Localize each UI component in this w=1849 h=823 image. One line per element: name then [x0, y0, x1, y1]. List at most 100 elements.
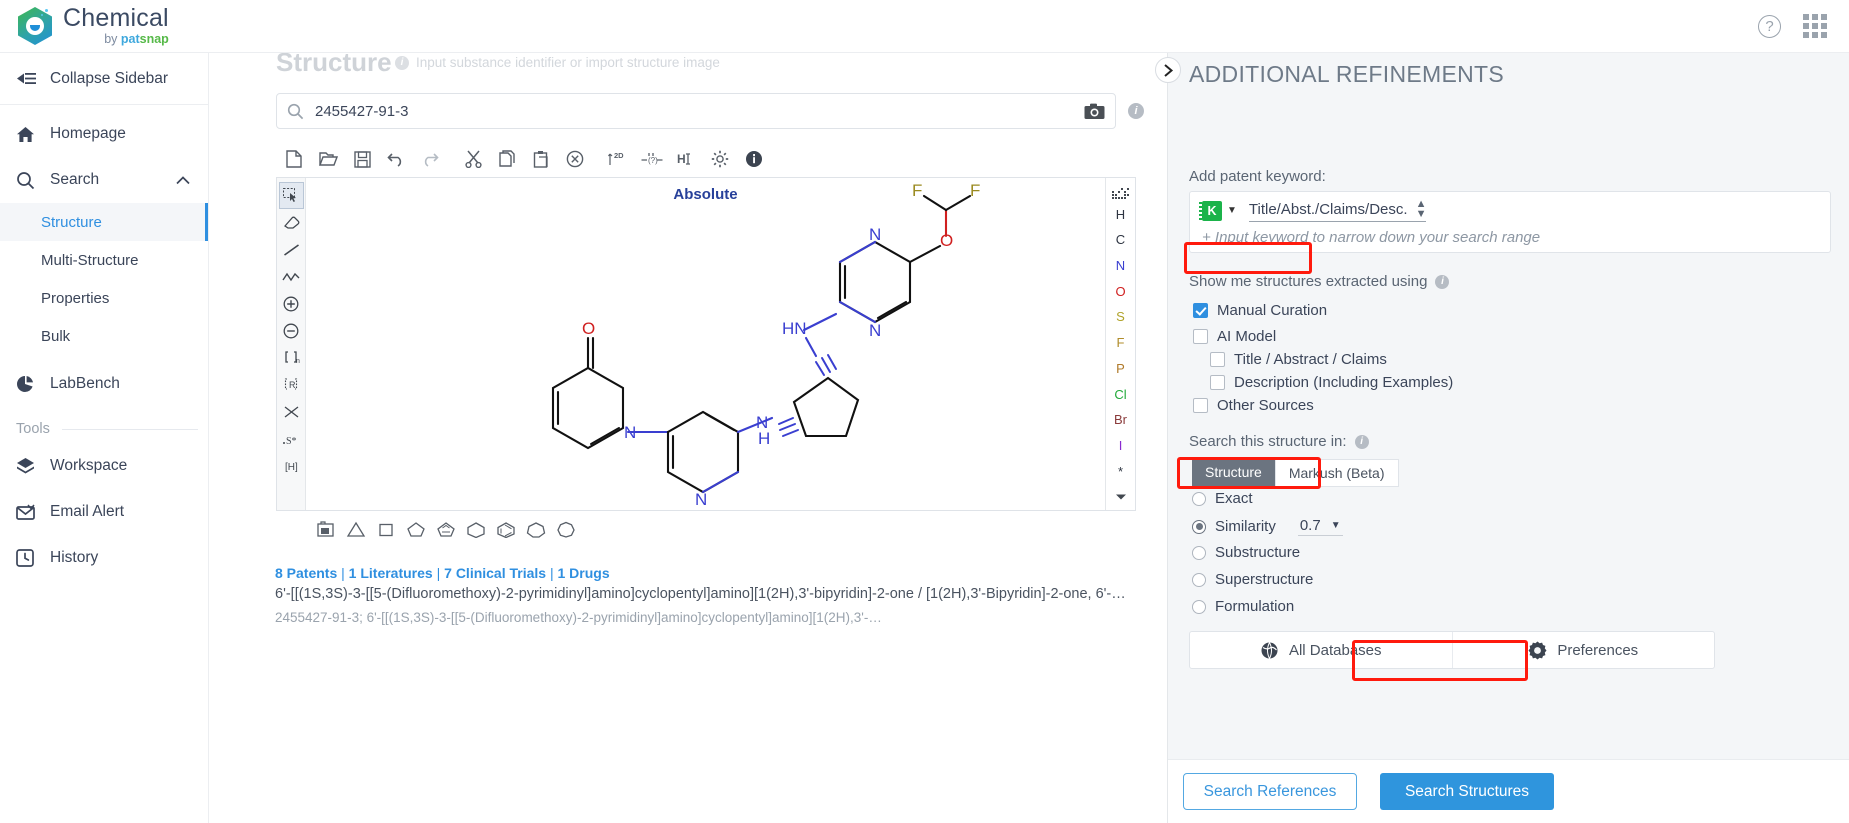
checkbox-title-abstract-claims[interactable]: Title / Abstract / Claims: [1210, 351, 1387, 368]
element-br[interactable]: Br: [1114, 407, 1127, 433]
h-bracket-icon[interactable]: [H]: [279, 452, 304, 479]
new-file-icon[interactable]: [280, 145, 308, 173]
brand-logo-group[interactable]: Chemical by patsnap: [18, 6, 169, 46]
element-i[interactable]: I: [1119, 433, 1123, 459]
molecule-canvas[interactable]: Absolute O N N N H HN N N O F F: [306, 178, 1105, 510]
cyclopentane-icon[interactable]: [406, 519, 426, 539]
search-input[interactable]: [313, 101, 1081, 121]
info-circle-icon[interactable]: [740, 145, 768, 173]
element-h[interactable]: H: [1116, 201, 1125, 227]
all-databases-button[interactable]: All Databases: [1190, 632, 1452, 668]
radio-formulation[interactable]: Formulation: [1192, 598, 1294, 615]
element-p[interactable]: P: [1116, 356, 1125, 382]
search-box[interactable]: [276, 93, 1116, 129]
sidebar-item-structure[interactable]: Structure: [0, 203, 208, 241]
plus-charge-icon[interactable]: [279, 290, 304, 317]
cut-icon[interactable]: [459, 145, 487, 173]
paste-icon[interactable]: [527, 145, 555, 173]
sidebar-item-properties[interactable]: Properties: [0, 279, 208, 317]
eraser-icon[interactable]: [279, 209, 304, 236]
chevron-up-icon[interactable]: [176, 175, 190, 185]
radio-exact[interactable]: Exact: [1192, 490, 1253, 507]
keyword-scope-select[interactable]: Title/Abst./Claims/Desc. ▲ ▼: [1248, 199, 1427, 222]
tools-header-label: Tools: [16, 421, 50, 437]
chevron-down-icon[interactable]: [1115, 484, 1127, 510]
sidebar-item-search[interactable]: Search: [0, 157, 208, 203]
result-count-drugs[interactable]: 1 Drugs: [558, 565, 610, 581]
element-any[interactable]: *: [1118, 459, 1123, 485]
arrow-tool-icon[interactable]: [279, 398, 304, 425]
keyword-field-caret-icon[interactable]: ▼: [1227, 205, 1237, 216]
sidebar-item-history[interactable]: History: [0, 535, 208, 581]
result-count-patents[interactable]: 8 Patents: [275, 565, 337, 581]
save-icon[interactable]: [348, 145, 376, 173]
element-c[interactable]: C: [1116, 227, 1125, 253]
copy-icon[interactable]: [493, 145, 521, 173]
info-icon[interactable]: i: [1435, 274, 1450, 289]
element-cl[interactable]: Cl: [1114, 381, 1126, 407]
cyclobutane-icon[interactable]: [376, 519, 396, 539]
search-info-icon[interactable]: i: [1128, 103, 1144, 119]
checkbox-other-sources-label: Other Sources: [1217, 397, 1314, 414]
chain-icon[interactable]: [279, 263, 304, 290]
checkbox-description-including-examples[interactable]: Description (Including Examples): [1210, 374, 1453, 391]
cyclooctane-icon[interactable]: [556, 519, 576, 539]
stereo-s-icon[interactable]: S*: [279, 425, 304, 452]
element-o[interactable]: O: [1115, 278, 1125, 304]
select-lasso-icon[interactable]: [278, 182, 304, 209]
periodic-table-icon[interactable]: [1111, 184, 1130, 201]
clear-icon[interactable]: [561, 145, 589, 173]
sidebar-item-bulk[interactable]: Bulk: [0, 317, 208, 355]
cyclopropane-icon[interactable]: [346, 519, 366, 539]
panel-collapse-chevron-right-icon[interactable]: [1155, 57, 1181, 83]
sidebar-item-multi-structure[interactable]: Multi-Structure: [0, 241, 208, 279]
cyclohexane-icon[interactable]: [466, 519, 486, 539]
result-count-clinical-trials[interactable]: 7 Clinical Trials: [444, 565, 546, 581]
radio-substructure[interactable]: Substructure: [1192, 544, 1300, 561]
redo-icon[interactable]: [416, 145, 444, 173]
undo-icon[interactable]: [382, 145, 410, 173]
open-folder-icon[interactable]: [314, 145, 342, 173]
help-icon[interactable]: ?: [1758, 14, 1781, 38]
checkbox-ai-model[interactable]: AI Model: [1193, 328, 1276, 345]
search-structures-button[interactable]: Search Structures: [1380, 773, 1554, 810]
cyclopentadiene-icon[interactable]: [436, 519, 456, 539]
segment-structure[interactable]: Structure: [1192, 459, 1275, 487]
preferences-button[interactable]: Preferences: [1451, 632, 1715, 668]
cycloheptane-icon[interactable]: [526, 519, 546, 539]
single-bond-icon[interactable]: [279, 236, 304, 263]
radio-superstructure[interactable]: Superstructure: [1192, 571, 1313, 588]
minus-charge-icon[interactable]: [279, 317, 304, 344]
camera-icon[interactable]: [1081, 100, 1107, 122]
layout-2d-icon[interactable]: 2D: [604, 145, 632, 173]
element-f[interactable]: F: [1117, 330, 1125, 356]
patent-keyword-box[interactable]: K ▼ Title/Abst./Claims/Desc. ▲ ▼ + Input …: [1189, 191, 1831, 253]
r-group-icon[interactable]: R: [279, 371, 304, 398]
settings-gear-icon[interactable]: [706, 145, 734, 173]
keyword-input-placeholder[interactable]: + Input keyword to narrow down your sear…: [1202, 229, 1818, 246]
benzene-icon[interactable]: [496, 519, 516, 539]
sidebar-item-workspace[interactable]: Workspace: [0, 443, 208, 489]
element-n[interactable]: N: [1116, 253, 1125, 279]
info-icon[interactable]: i: [1354, 434, 1369, 449]
element-s[interactable]: S: [1116, 304, 1125, 330]
checkbox-other-sources[interactable]: Other Sources: [1193, 397, 1314, 414]
template-icon[interactable]: [316, 519, 336, 539]
svg-text:2D: 2D: [614, 151, 624, 160]
segment-markush[interactable]: Markush (Beta): [1274, 459, 1399, 487]
bracket-n-icon[interactable]: n: [279, 344, 304, 371]
checkbox-manual-curation[interactable]: Manual Curation: [1193, 302, 1327, 319]
app-grid-icon[interactable]: [1803, 14, 1827, 38]
result-count-literatures[interactable]: 1 Literatures: [349, 565, 433, 581]
radio-similarity[interactable]: Similarity 0.7 ▼: [1192, 517, 1343, 536]
similarity-threshold-select[interactable]: 0.7 ▼: [1297, 517, 1343, 536]
search-references-button[interactable]: Search References: [1183, 773, 1357, 810]
add-hydrogen-icon[interactable]: H: [672, 145, 700, 173]
sidebar-item-homepage[interactable]: Homepage: [0, 111, 208, 157]
bond-query-icon[interactable]: (?): [638, 145, 666, 173]
main-content: Structure i Input substance identifier o…: [209, 53, 1167, 823]
sidebar-item-labbench[interactable]: LabBench: [0, 361, 208, 407]
sidebar-item-email-alert[interactable]: Email Alert: [0, 489, 208, 535]
collapse-sidebar-button[interactable]: Collapse Sidebar: [0, 53, 208, 105]
editor-toolbar: 2D (?) H: [276, 141, 1136, 177]
